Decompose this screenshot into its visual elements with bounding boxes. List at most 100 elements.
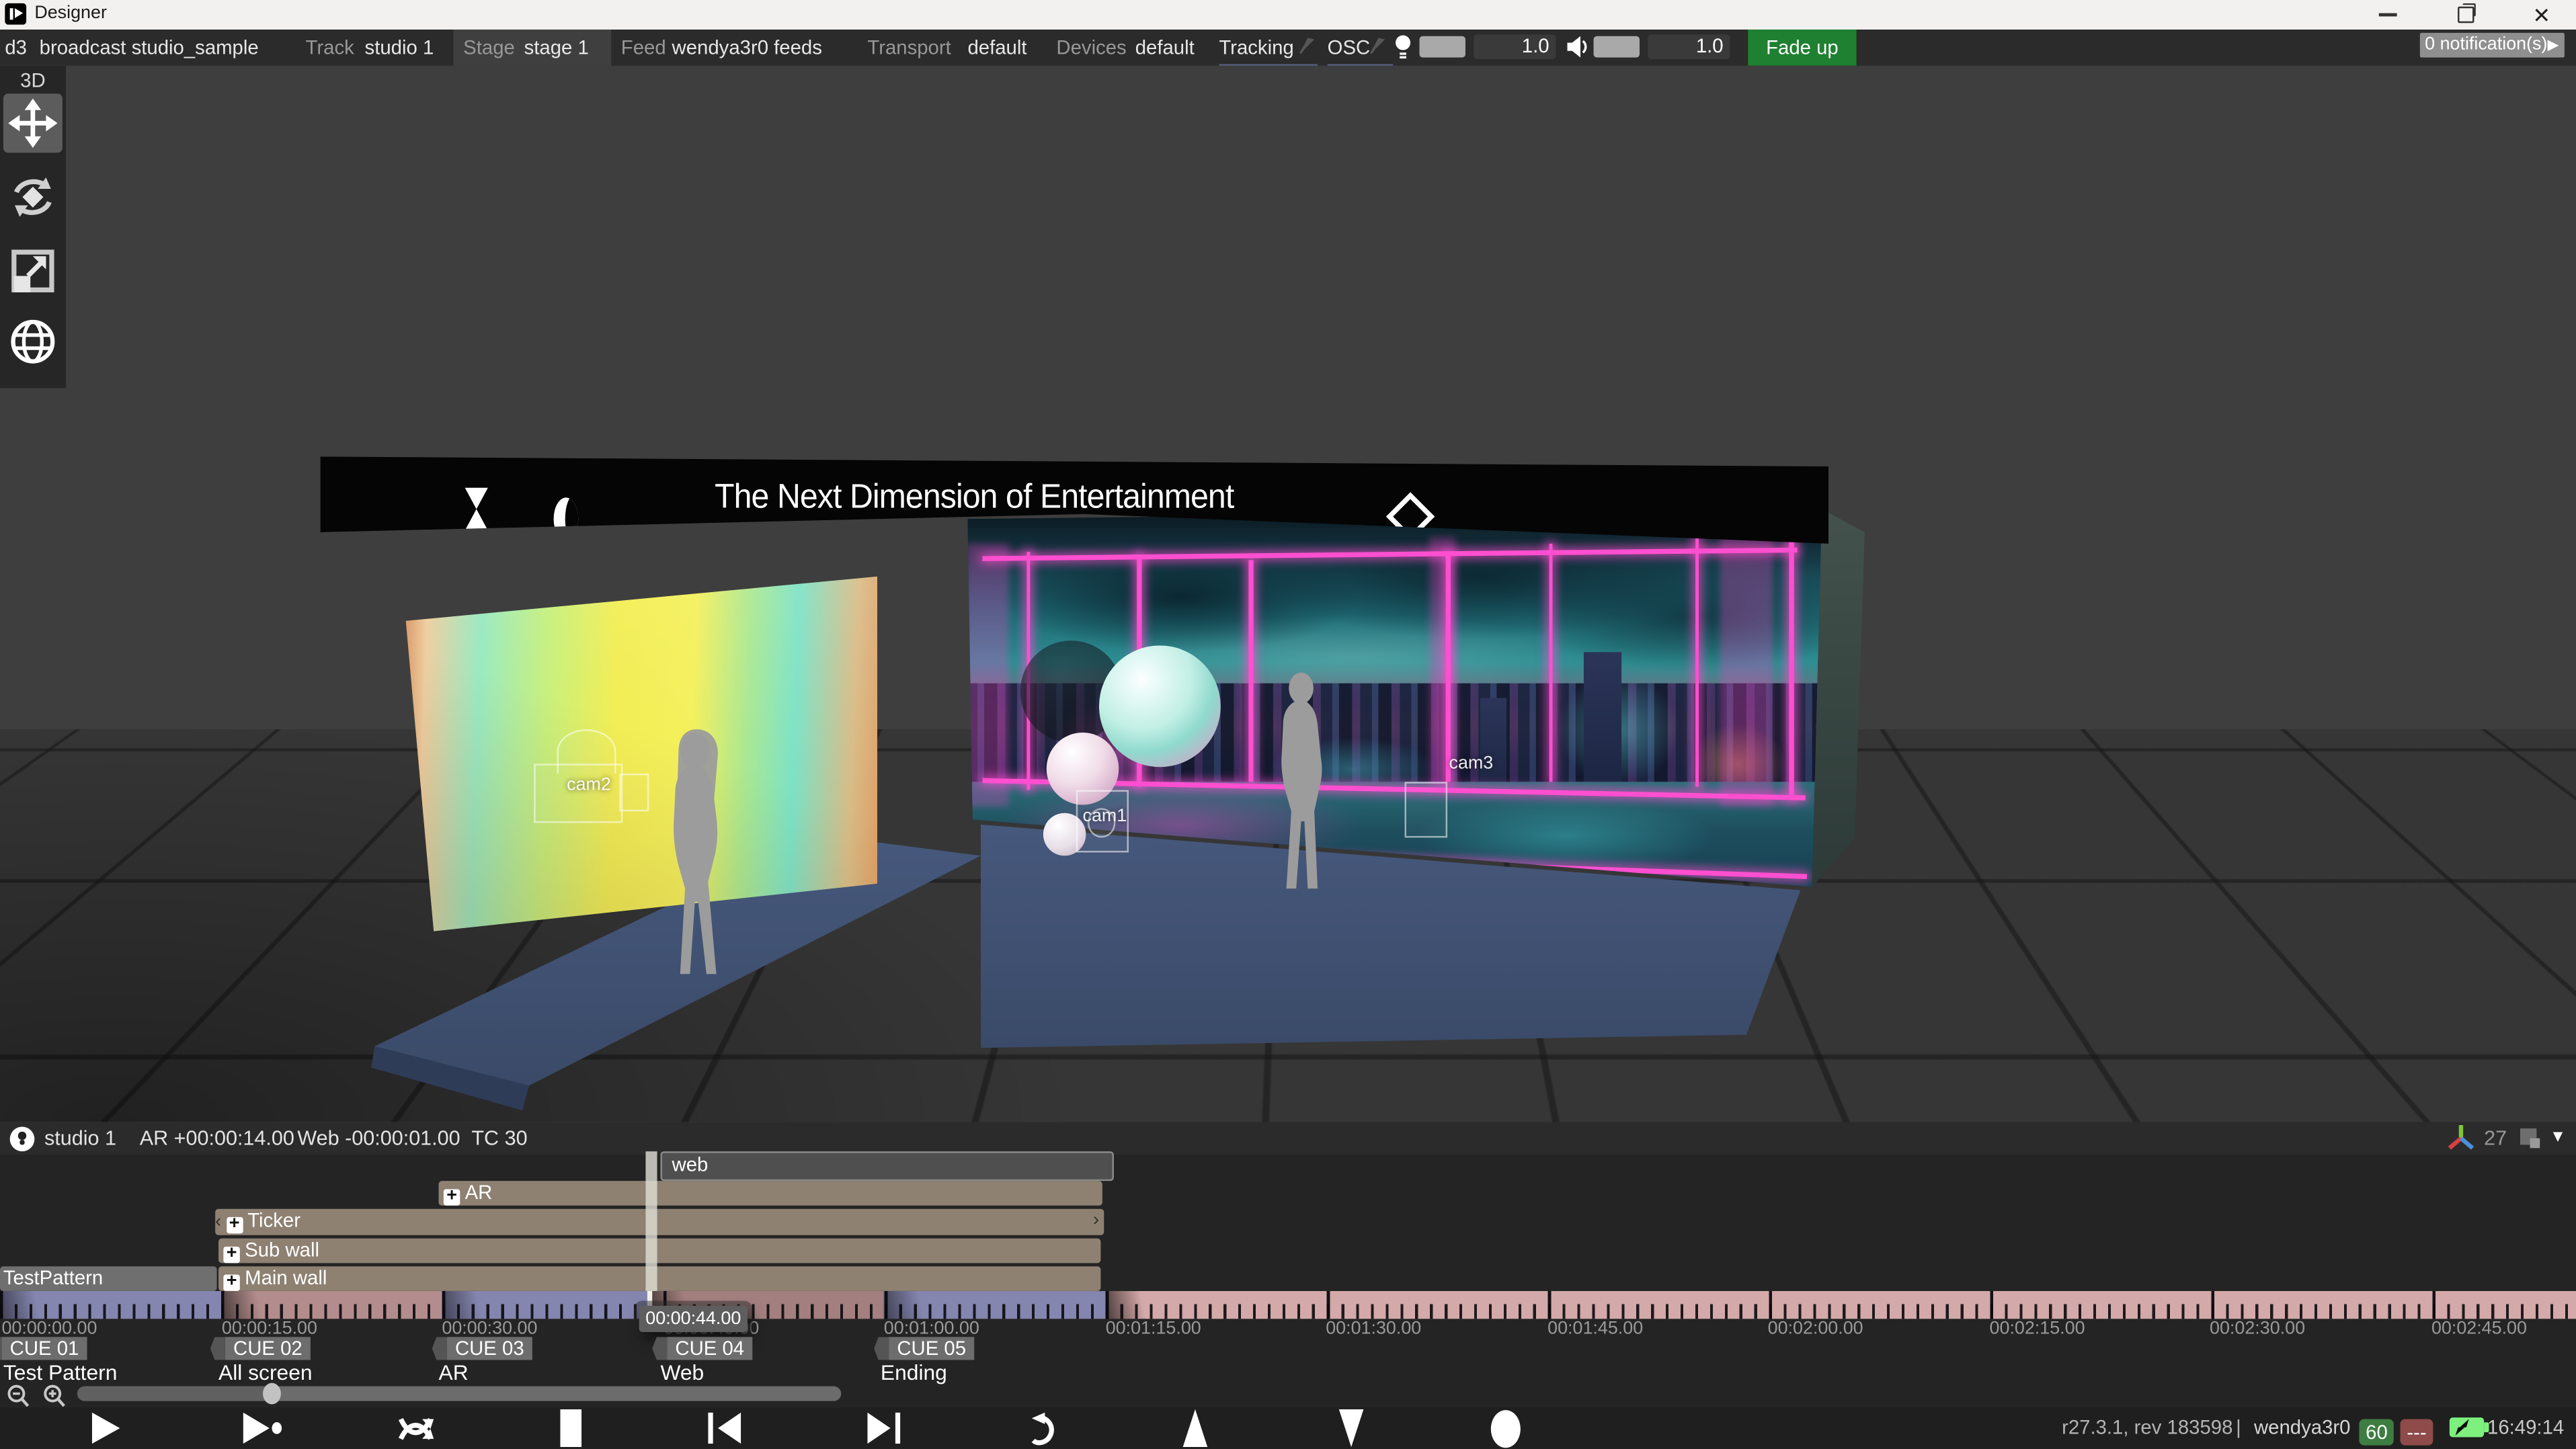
layer-ar[interactable]: +AR [439,1180,1102,1206]
collapse-arrow-icon[interactable]: ▼ [2550,1122,2566,1155]
nudge-right-icon[interactable]: › [1093,1209,1099,1235]
expand-icon[interactable]: + [223,1246,239,1262]
skip-to-end-button[interactable] [856,1409,912,1447]
play-icon [91,1413,120,1444]
ruler-label: 00:01:30.00 [1326,1319,1421,1338]
volume-value[interactable]: 1.0 [1648,34,1730,59]
stage-label: Stage [463,30,515,66]
sphere-large[interactable] [1099,645,1221,767]
track-label: Track [306,30,354,66]
window-title: Designer [34,3,107,23]
neon-line [1549,544,1553,783]
close-button[interactable]: ✕ [2517,0,2566,30]
world-axis-button[interactable] [3,312,63,371]
clip-testpattern[interactable]: TestPattern [0,1266,217,1291]
ruler-label: 00:01:15.00 [1106,1319,1201,1338]
timeline-scrollbar[interactable] [77,1386,841,1401]
expand-icon[interactable]: + [223,1274,239,1290]
devices-value[interactable]: default [1135,30,1195,66]
viewport-3d[interactable]: cam2 cam1 cam3 The Next Dimension of Ent… [0,66,2576,1122]
track-value[interactable]: studio 1 [365,30,434,66]
axis-tripod-icon[interactable] [2446,1125,2476,1153]
stage-value[interactable]: stage 1 [524,30,589,66]
fps-badge[interactable]: 60 [2359,1419,2394,1446]
stop-button[interactable] [542,1409,598,1447]
layers-icon[interactable] [2520,1128,2542,1150]
layer-web[interactable]: web [660,1151,1114,1180]
neon-line [1249,560,1253,783]
transport-value[interactable]: default [967,30,1027,66]
neon-line [1789,522,1794,798]
nudge-left-icon[interactable]: ‹ [215,1212,221,1232]
cue-name: All screen [218,1360,312,1385]
down-button[interactable] [1322,1409,1378,1447]
play-to-next-icon [243,1413,283,1444]
move-tool-button[interactable] [3,93,63,153]
transport-label: Transport [867,30,951,66]
designer-app: Designer ✕ d3 broadcast studio_sample Tr… [0,0,2576,1449]
feed-value[interactable]: wendya3r0 feeds [672,30,822,66]
fade-up-button[interactable]: Fade up [1748,30,1856,66]
volume-slider[interactable] [1594,36,1640,58]
gradient-test-wall[interactable] [404,577,881,933]
ruler-label: 00:02:15.00 [1990,1319,2085,1338]
banner-text: The Next Dimension of Entertainment [715,478,1234,518]
timeline-header: studio 1 AR +00:00:14.00 Web -00:00:01.0… [0,1122,2576,1155]
restore-button[interactable] [2442,0,2491,30]
ruler-label: 00:00:15.00 [222,1319,317,1338]
battery-icon [2450,1417,2484,1437]
timeline-ruler[interactable] [0,1291,2576,1319]
skip-to-end-icon [867,1413,900,1444]
status-badge[interactable]: --- [2401,1419,2433,1446]
figure-man [1270,672,1336,892]
menu-project[interactable]: broadcast studio_sample [40,30,259,66]
led-pink-glow [1429,536,1455,790]
rotate-tool-button[interactable] [3,167,63,226]
cue-id: CUE 01 [1,1337,87,1360]
play-button[interactable] [77,1409,133,1447]
tracking-status-icon [1299,38,1314,54]
menu-d3[interactable]: d3 [5,30,27,66]
ar-offset[interactable]: AR +00:00:14.00 [140,1122,294,1155]
camera-label-cam3: cam3 [1449,754,1494,774]
undo-button[interactable] [1012,1409,1068,1447]
volume-icon [1567,36,1590,58]
playhead-time-box[interactable]: 00:00:44.00 [639,1306,748,1332]
brightness-value[interactable]: 1.0 [1474,34,1556,59]
web-offset[interactable]: Web -00:00:01.00 [297,1122,460,1155]
record-button[interactable] [1477,1409,1533,1447]
cue-id: CUE 03 [447,1337,532,1360]
playhead-band[interactable] [645,1151,657,1291]
camera-cam3-body[interactable] [1405,782,1448,837]
window-titlebar: Designer ✕ [0,0,2576,30]
scale-tool-button[interactable] [3,241,63,300]
down-arrow-icon [1338,1409,1363,1447]
brightness-slider[interactable] [1420,36,1465,58]
zoom-out-icon[interactable] [7,1384,30,1407]
ruler-labels: 00:00:00.00 00:00:15.00 00:00:30.00 00:0… [0,1319,2576,1338]
hourglass-icon [465,488,488,509]
record-icon [1489,1409,1520,1448]
notifications-badge[interactable]: 0 notification(s)▶ [2420,33,2564,58]
expand-icon[interactable]: + [226,1217,242,1233]
layer-ticker[interactable]: ‹+Ticker› [215,1209,1104,1235]
menu-bar: d3 broadcast studio_sample Track studio … [0,30,2576,66]
up-button[interactable] [1166,1409,1222,1447]
layer-sub-wall[interactable]: + Sub wall [218,1237,1100,1263]
play-to-next-button[interactable] [235,1409,290,1447]
loop-button[interactable] [388,1409,444,1447]
keyhole-icon[interactable] [10,1127,35,1152]
ruler-label: 00:00:00.00 [1,1319,97,1338]
zoom-in-icon[interactable] [43,1384,66,1407]
timeline-track-name[interactable]: studio 1 [44,1122,116,1155]
scrollbar-handle[interactable] [263,1383,281,1405]
timecode-rate[interactable]: TC 30 [471,1122,527,1155]
cue-arrow-icon [210,1337,225,1360]
minimize-button[interactable] [2362,0,2411,30]
move-icon [8,99,57,148]
expand-icon[interactable]: + [444,1188,460,1204]
layer-sub-wall-label: Sub wall [245,1237,319,1260]
layer-main-wall[interactable]: +Main wall [218,1266,1100,1291]
skip-to-start-button[interactable] [696,1409,752,1447]
ruler-label: 00:02:00.00 [1768,1319,1863,1338]
